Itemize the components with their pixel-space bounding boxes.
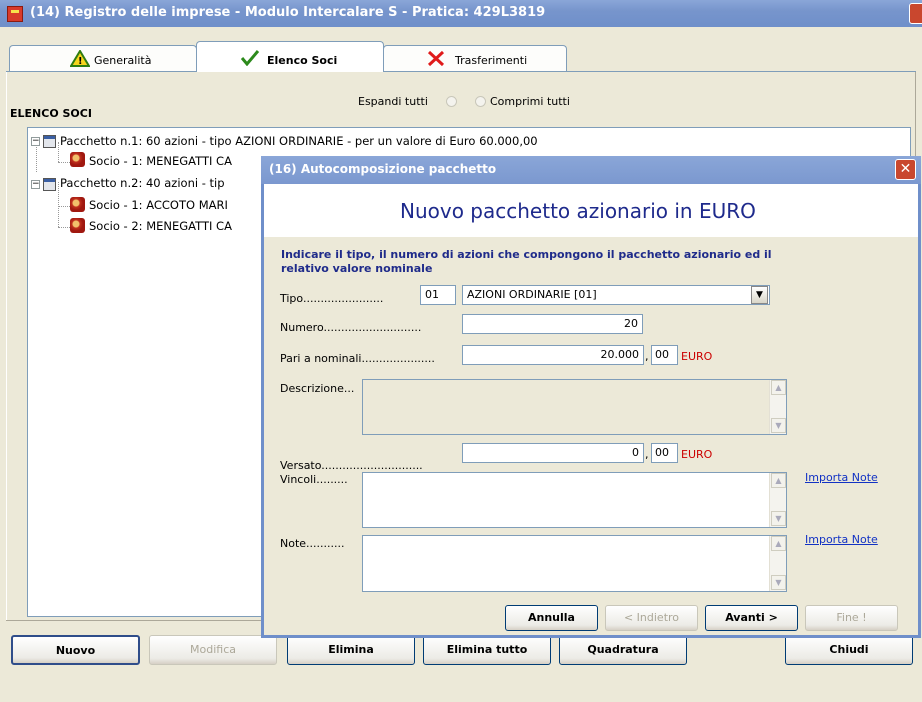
pari-nominali-integer-input[interactable]: 20.000 <box>462 345 644 365</box>
tab-label: Trasferimenti <box>455 54 528 67</box>
descrizione-textarea[interactable] <box>362 379 787 435</box>
vincoli-textarea[interactable] <box>362 472 787 528</box>
package-icon <box>43 135 56 148</box>
currency-label: EURO <box>681 350 713 363</box>
window-close-button[interactable] <box>909 3 922 24</box>
tab-label: Elenco Soci <box>267 54 338 67</box>
dialog-instructions: Indicare il tipo, il numero di azioni ch… <box>281 248 772 275</box>
tipo-code-input[interactable]: 01 <box>420 285 456 305</box>
dialog-title: (16) Autocomposizione pacchetto <box>269 162 497 176</box>
scroll-down-icon[interactable]: ▼ <box>771 418 786 433</box>
x-icon <box>427 50 445 67</box>
section-title: ELENCO SOCI <box>10 107 92 120</box>
versato-integer-input[interactable]: 0 <box>462 443 644 463</box>
expand-all-label: Espandi tutti <box>358 95 428 108</box>
window-title-bar[interactable]: (14) Registro delle imprese - Modulo Int… <box>0 0 922 27</box>
scroll-up-icon[interactable]: ▲ <box>771 380 786 395</box>
collapse-all-label: Comprimi tutti <box>490 95 570 108</box>
tipo-label: Tipo....................... <box>280 292 384 305</box>
shareholder-icon <box>70 152 85 167</box>
shareholder-icon <box>70 197 85 212</box>
importa-note-note-link[interactable]: Importa Note <box>805 533 878 546</box>
decimal-separator: , <box>645 350 649 363</box>
tipo-select-value: AZIONI ORDINARIE [01] <box>467 288 597 301</box>
expand-all-radio[interactable] <box>446 96 457 107</box>
elimina-button[interactable]: Elimina <box>287 635 415 665</box>
tab-elenco-soci[interactable]: Elenco Soci <box>196 41 384 72</box>
scroll-down-icon[interactable]: ▼ <box>771 511 786 526</box>
pari-nominali-label: Pari a nominali..................... <box>280 352 435 365</box>
avanti-button[interactable]: Avanti > <box>705 605 798 631</box>
warning-icon: ! <box>70 50 90 67</box>
dialog-heading: Nuovo pacchetto azionario in EURO <box>400 199 756 223</box>
checkmark-icon <box>240 50 260 66</box>
descrizione-label: Descrizione... <box>280 382 355 395</box>
importa-note-vincoli-link[interactable]: Importa Note <box>805 471 878 484</box>
collapse-all-radio[interactable] <box>475 96 486 107</box>
vincoli-label: Vincoli......... <box>280 473 348 486</box>
tab-generalita[interactable]: ! Generalità <box>9 45 197 71</box>
scroll-up-icon[interactable]: ▲ <box>771 473 786 488</box>
svg-text:!: ! <box>78 56 83 67</box>
quadratura-button[interactable]: Quadratura <box>559 635 687 665</box>
scroll-up-icon[interactable]: ▲ <box>771 536 786 551</box>
collapse-toggle-icon[interactable]: − <box>31 137 40 146</box>
decimal-separator: , <box>645 448 649 461</box>
note-label: Note........... <box>280 537 345 550</box>
dialog-title-bar[interactable]: (16) Autocomposizione pacchetto ✕ <box>261 156 921 184</box>
chevron-down-icon[interactable]: ▼ <box>751 286 768 304</box>
numero-input[interactable]: 20 <box>462 314 643 334</box>
tree-item-socio[interactable]: Socio - 2: MENEGATTI CA <box>89 219 232 233</box>
shareholder-icon <box>70 218 85 233</box>
indietro-button[interactable]: < Indietro <box>605 605 698 631</box>
tree-item-socio[interactable]: Socio - 1: MENEGATTI CA <box>89 154 232 168</box>
package-icon <box>43 178 56 191</box>
modifica-button[interactable]: Modifica <box>149 635 277 665</box>
vincoli-scrollbar[interactable]: ▲ ▼ <box>769 473 786 527</box>
versato-decimal-input[interactable]: 00 <box>651 443 678 463</box>
note-scrollbar[interactable]: ▲ ▼ <box>769 536 786 591</box>
pari-nominali-decimal-input[interactable]: 00 <box>651 345 678 365</box>
nuovo-button[interactable]: Nuovo <box>11 635 140 665</box>
app-icon <box>7 6 23 22</box>
note-textarea[interactable] <box>362 535 787 592</box>
tree-item-pacchetto-1[interactable]: Pacchetto n.1: 60 azioni - tipo AZIONI O… <box>60 134 538 148</box>
scroll-down-icon[interactable]: ▼ <box>771 575 786 590</box>
chiudi-button[interactable]: Chiudi <box>785 635 913 665</box>
collapse-toggle-icon[interactable]: − <box>31 180 40 189</box>
elimina-tutto-button[interactable]: Elimina tutto <box>423 635 551 665</box>
window-title: (14) Registro delle imprese - Modulo Int… <box>30 5 546 20</box>
descrizione-scrollbar[interactable]: ▲ ▼ <box>769 380 786 434</box>
tipo-select[interactable]: AZIONI ORDINARIE [01] <box>462 285 770 305</box>
fine-button[interactable]: Fine ! <box>805 605 898 631</box>
tab-label: Generalità <box>94 54 152 67</box>
currency-label: EURO <box>681 448 713 461</box>
numero-label: Numero............................ <box>280 321 422 334</box>
tree-item-socio[interactable]: Socio - 1: ACCOTO MARI <box>89 198 228 212</box>
dialog-close-button[interactable]: ✕ <box>895 159 916 180</box>
tab-trasferimenti[interactable]: Trasferimenti <box>383 45 567 71</box>
annulla-button[interactable]: Annulla <box>505 605 598 631</box>
versato-label: Versato............................. <box>280 459 423 472</box>
tree-item-pacchetto-2[interactable]: Pacchetto n.2: 40 azioni - tip <box>60 176 225 190</box>
